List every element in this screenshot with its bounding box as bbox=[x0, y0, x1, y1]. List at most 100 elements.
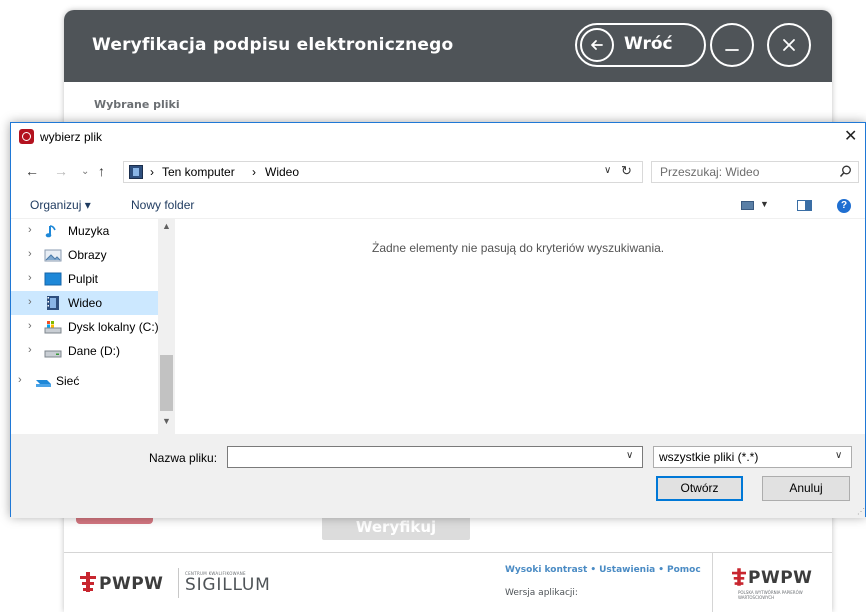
nav-item-network[interactable]: › Sieć bbox=[11, 369, 158, 393]
nav-item-label: Muzyka bbox=[68, 224, 110, 238]
minimize-button[interactable] bbox=[710, 23, 754, 67]
scroll-up-icon[interactable]: ▲ bbox=[162, 221, 171, 231]
app-title: Weryfikacja podpisu elektronicznego bbox=[92, 35, 454, 55]
pwpw-subtitle: POLSKA WYTWÓRNIA PAPIERÓW WARTOŚCIOWYCH bbox=[738, 590, 803, 600]
nav-item-label: Sieć bbox=[56, 374, 80, 388]
app-icon bbox=[19, 129, 34, 144]
help-icon[interactable]: ? bbox=[837, 199, 851, 213]
video-folder-icon bbox=[129, 165, 143, 179]
preview-pane-icon[interactable] bbox=[797, 200, 812, 211]
selected-files-heading: Wybrane pliki bbox=[94, 98, 180, 111]
nav-item-label: Pulpit bbox=[68, 272, 99, 286]
dialog-title: wybierz plik bbox=[40, 130, 103, 144]
chevron-right-icon[interactable]: › bbox=[28, 272, 32, 284]
new-folder-button[interactable]: Nowy folder bbox=[131, 198, 194, 212]
nav-scrollbar[interactable]: ▲ ▼ bbox=[158, 219, 175, 434]
sigillum-logo: PWPW CENTRUM KWALIFIKOWANE SIGILLUM bbox=[80, 568, 280, 598]
dialog-titlebar[interactable]: wybierz plik ✕ bbox=[11, 123, 865, 151]
file-open-dialog: wybierz plik ✕ ← → ⌄ ↑ › Ten komputer › … bbox=[10, 122, 866, 518]
nav-item-drive-c[interactable]: › Dysk lokalny (C:) bbox=[11, 315, 159, 339]
network-icon bbox=[36, 380, 51, 387]
separator-dot: • bbox=[590, 565, 597, 575]
chevron-right-icon[interactable]: › bbox=[28, 224, 32, 236]
resize-grip-icon[interactable]: ⋰ bbox=[857, 507, 865, 516]
nav-item-label: Dysk lokalny (C:) bbox=[68, 320, 159, 334]
nav-item-label: Dane (D:) bbox=[68, 344, 121, 358]
dialog-toolbar: Organizuj ▾ Nowy folder ▼ ? bbox=[11, 191, 865, 219]
chevron-right-icon[interactable]: › bbox=[28, 296, 32, 308]
nav-item-desktop[interactable]: › Pulpit bbox=[11, 267, 158, 291]
video-icon bbox=[47, 296, 59, 310]
chevron-right-icon[interactable]: › bbox=[28, 320, 32, 332]
chevron-down-icon[interactable]: ∨ bbox=[626, 450, 633, 461]
pwpw-logo: PWPW POLSKA WYTWÓRNIA PAPIERÓW WARTOŚCIO… bbox=[732, 566, 822, 606]
footer-vertical-divider bbox=[712, 553, 713, 612]
back-arrow-icon[interactable]: ← bbox=[25, 163, 39, 179]
filename-input[interactable]: ∨ bbox=[227, 446, 643, 468]
recent-locations-icon[interactable]: ⌄ bbox=[81, 166, 89, 177]
navigation-pane: › Muzyka › Obrazy › Pulpit › Wideo › Dys… bbox=[11, 219, 175, 434]
back-button-label: Wróć bbox=[624, 34, 673, 54]
close-icon bbox=[783, 39, 795, 51]
back-button[interactable]: Wróć bbox=[575, 23, 706, 67]
chevron-right-icon[interactable]: › bbox=[28, 248, 32, 260]
scroll-thumb[interactable] bbox=[160, 355, 173, 411]
help-link[interactable]: Pomoc bbox=[667, 565, 701, 575]
nav-item-music[interactable]: › Muzyka bbox=[11, 219, 158, 243]
nav-item-drive-d[interactable]: › Dane (D:) bbox=[11, 339, 158, 363]
filename-label: Nazwa pliku: bbox=[149, 451, 218, 465]
desktop-icon bbox=[44, 272, 62, 286]
file-type-select[interactable]: wszystkie pliki (*.*) ∨ bbox=[653, 446, 852, 468]
nav-item-video[interactable]: › Wideo bbox=[11, 291, 158, 315]
app-header: Weryfikacja podpisu elektronicznego Wróć bbox=[64, 10, 832, 82]
navigation-bar: ← → ⌄ ↑ › Ten komputer › Wideo ∨ ↻ Przes… bbox=[11, 157, 865, 185]
dialog-bottom-panel: Nazwa pliku: ∨ wszystkie pliki (*.*) ∨ O… bbox=[11, 434, 865, 518]
nav-item-pictures[interactable]: › Obrazy bbox=[11, 243, 158, 267]
address-bar[interactable]: › Ten komputer › Wideo ∨ ↻ bbox=[123, 161, 643, 183]
music-icon bbox=[45, 225, 56, 238]
breadcrumb-separator: › bbox=[150, 165, 154, 179]
cancel-button[interactable]: Anuluj bbox=[762, 476, 850, 501]
app-close-button[interactable] bbox=[767, 23, 811, 67]
settings-link[interactable]: Ustawienia bbox=[599, 565, 655, 575]
empty-folder-message: Żadne elementy nie pasują do kryteriów w… bbox=[372, 241, 665, 255]
open-button[interactable]: Otwórz bbox=[656, 476, 743, 501]
minimize-icon bbox=[725, 49, 739, 51]
nav-item-label: Obrazy bbox=[68, 248, 107, 262]
file-type-value: wszystkie pliki (*.*) bbox=[659, 450, 759, 464]
forward-arrow-icon[interactable]: → bbox=[54, 163, 68, 179]
refresh-icon[interactable]: ↻ bbox=[621, 163, 632, 179]
drive-c-icon bbox=[44, 321, 62, 334]
view-dropdown-icon[interactable]: ▼ bbox=[760, 199, 769, 209]
arrow-left-icon bbox=[580, 28, 614, 62]
drive-d-icon bbox=[44, 350, 62, 358]
sigillum-big-text: SIGILLUM bbox=[185, 575, 271, 595]
breadcrumb-this-pc[interactable]: Ten komputer bbox=[162, 165, 235, 179]
scroll-down-icon[interactable]: ▼ bbox=[162, 416, 171, 426]
search-icon bbox=[839, 165, 851, 177]
chevron-down-icon[interactable]: ∨ bbox=[835, 450, 842, 461]
pwpw-emblem-icon bbox=[80, 572, 96, 592]
footer-divider bbox=[64, 552, 832, 553]
pwpw-emblem-icon bbox=[732, 568, 746, 586]
separator-dot: • bbox=[658, 565, 664, 575]
pwpw-wordmark: PWPW bbox=[99, 574, 164, 594]
chevron-right-icon[interactable]: › bbox=[18, 374, 22, 386]
search-input[interactable]: Przeszukaj: Wideo bbox=[660, 165, 759, 179]
address-dropdown-icon[interactable]: ∨ bbox=[604, 165, 611, 176]
breadcrumb-separator: › bbox=[252, 165, 256, 179]
app-version: Wersja aplikacji: bbox=[505, 588, 578, 598]
chevron-right-icon[interactable]: › bbox=[28, 344, 32, 356]
pictures-icon bbox=[44, 249, 62, 262]
dialog-close-button[interactable]: ✕ bbox=[844, 126, 857, 146]
search-box[interactable]: Przeszukaj: Wideo bbox=[651, 161, 859, 183]
breadcrumb-video[interactable]: Wideo bbox=[265, 165, 299, 179]
sigillum-wordmark: CENTRUM KWALIFIKOWANE SIGILLUM bbox=[178, 568, 271, 598]
high-contrast-link[interactable]: Wysoki kontrast bbox=[505, 565, 587, 575]
up-arrow-icon[interactable]: ↑ bbox=[98, 163, 105, 179]
footer-links: Wysoki kontrast • Ustawienia • Pomoc bbox=[505, 565, 701, 575]
organize-menu[interactable]: Organizuj ▾ bbox=[30, 198, 91, 212]
nav-item-label: Wideo bbox=[68, 296, 103, 310]
view-options-icon[interactable] bbox=[741, 201, 754, 210]
pwpw-wordmark-right: PWPW bbox=[748, 568, 813, 588]
